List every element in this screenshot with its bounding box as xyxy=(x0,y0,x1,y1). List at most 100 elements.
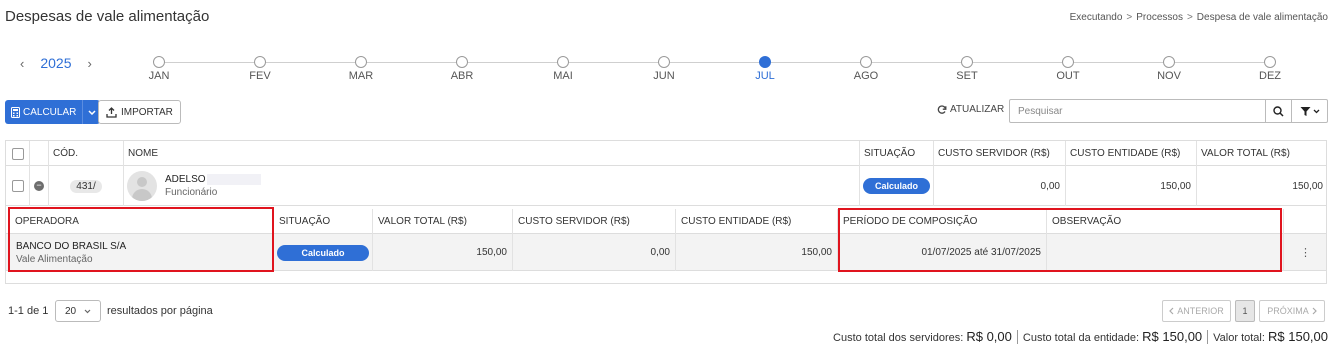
month-aug[interactable]: AGO xyxy=(846,56,886,82)
search-input[interactable] xyxy=(1009,99,1266,123)
month-dot xyxy=(1163,56,1175,68)
breadcrumb-item[interactable]: Executando xyxy=(1070,12,1123,23)
server-total-label: Custo total dos servidores: xyxy=(833,332,964,344)
detail-header-operator[interactable]: OPERADORA xyxy=(10,209,274,234)
status-badge: Calculado xyxy=(862,178,930,194)
detail-header-actions xyxy=(1284,209,1327,234)
per-page-value: 20 xyxy=(65,305,77,317)
detail-header: OPERADORA SITUAÇÃO VALOR TOTAL (R$) CUST… xyxy=(6,209,1326,234)
previous-year-icon[interactable]: ‹ xyxy=(20,56,24,71)
month-dot xyxy=(153,56,165,68)
detail-row[interactable]: BANCO DO BRASIL S/A Vale Alimentação Cal… xyxy=(6,234,1326,271)
row-checkbox[interactable] xyxy=(11,180,24,192)
totals-bar: Custo total dos servidores: R$ 0,00 Cust… xyxy=(828,329,1328,344)
detail-status-cell: Calculado xyxy=(274,234,373,271)
refresh-label: ATUALIZAR xyxy=(950,104,1005,115)
collapse-icon[interactable]: − xyxy=(34,181,44,191)
month-label: SET xyxy=(956,70,978,82)
month-dot xyxy=(860,56,872,68)
timeline-line xyxy=(159,62,1270,63)
detail-header-note[interactable]: OBSERVAÇÃO xyxy=(1047,209,1284,234)
filter-button[interactable] xyxy=(1291,99,1328,123)
redacted-name xyxy=(206,174,261,185)
year-label: 2025 xyxy=(40,55,72,71)
month-label: JAN xyxy=(148,70,170,82)
name-cell: ADELSO Funcionário xyxy=(124,166,860,206)
month-feb[interactable]: FEV xyxy=(240,56,280,82)
import-label: IMPORTAR xyxy=(121,106,173,118)
column-header-status[interactable]: SITUAÇÃO xyxy=(860,141,934,166)
previous-page-button[interactable]: ANTERIOR xyxy=(1162,300,1231,322)
page-title: Despesas de vale alimentação xyxy=(5,8,210,25)
month-jan[interactable]: JAN xyxy=(139,56,179,82)
detail-header-status[interactable]: SITUAÇÃO xyxy=(274,209,373,234)
chevron-down-icon xyxy=(1313,109,1319,113)
month-label: MAI xyxy=(553,70,573,82)
month-label: FEV xyxy=(249,70,271,82)
server-total-value: R$ 0,00 xyxy=(966,329,1012,344)
month-jul[interactable]: JUL xyxy=(745,56,785,82)
month-jun[interactable]: JUN xyxy=(644,56,684,82)
detail-entity-cost-cell: 150,00 xyxy=(676,234,838,271)
row-collapse-cell: − xyxy=(30,166,49,206)
detail-header-period[interactable]: PERÍODO DE COMPOSIÇÃO xyxy=(838,209,1047,234)
breadcrumb-item[interactable]: Processos xyxy=(1136,12,1183,23)
pagination-range: 1-1 de 1 xyxy=(8,305,49,317)
benefit-type: Vale Alimentação xyxy=(16,253,93,265)
calculate-button[interactable]: CALCULAR xyxy=(5,100,83,124)
next-page-button[interactable]: PRÓXIMA xyxy=(1259,300,1325,322)
table-header: CÓD. NOME SITUAÇÃO CUSTO SERVIDOR (R$) C… xyxy=(6,141,1326,166)
code-badge: 431/ xyxy=(70,179,102,193)
column-header-name[interactable]: NOME xyxy=(124,141,860,166)
column-header-server-cost[interactable]: CUSTO SERVIDOR (R$) xyxy=(934,141,1066,166)
column-header-entity-cost[interactable]: CUSTO ENTIDADE (R$) xyxy=(1066,141,1197,166)
select-all-checkbox[interactable] xyxy=(11,147,24,160)
month-dot-active xyxy=(759,56,771,68)
select-all-cell xyxy=(6,141,30,166)
more-options-icon[interactable]: ⋮ xyxy=(1300,246,1311,259)
code-cell: 431/ xyxy=(49,166,124,206)
month-dot xyxy=(961,56,973,68)
refresh-button[interactable]: ATUALIZAR xyxy=(937,104,1004,115)
entity-total-value: R$ 150,00 xyxy=(1142,329,1203,344)
detail-header-total[interactable]: VALOR TOTAL (R$) xyxy=(373,209,513,234)
month-sep[interactable]: SET xyxy=(947,56,987,82)
month-nov[interactable]: NOV xyxy=(1149,56,1189,82)
month-mar[interactable]: MAR xyxy=(341,56,381,82)
month-oct[interactable]: OUT xyxy=(1048,56,1088,82)
table-row[interactable]: − 431/ ADELSO Funcionário Calculado 0,00… xyxy=(6,166,1326,206)
detail-period-cell: 01/07/2025 até 31/07/2025 xyxy=(838,234,1047,271)
month-timeline: JAN FEV MAR ABR MAI JUN JUL AGO SET OUT … xyxy=(149,56,1281,86)
employee-role: Funcionário xyxy=(165,187,218,198)
status-badge: Calculado xyxy=(277,244,369,261)
grand-total-value: R$ 150,00 xyxy=(1268,329,1328,344)
entity-cost-cell: 150,00 xyxy=(1066,166,1197,206)
search-button[interactable] xyxy=(1265,99,1292,123)
search-icon xyxy=(1273,105,1284,117)
month-dot xyxy=(456,56,468,68)
per-page-label: resultados por página xyxy=(107,305,213,317)
month-apr[interactable]: ABR xyxy=(442,56,482,82)
import-button[interactable]: IMPORTAR xyxy=(98,100,181,124)
breadcrumb: Executando > Processos > Despesa de vale… xyxy=(1070,12,1328,23)
expand-header xyxy=(30,141,49,166)
month-label: OUT xyxy=(1056,70,1080,82)
detail-header-entity-cost[interactable]: CUSTO ENTIDADE (R$) xyxy=(676,209,838,234)
month-dot xyxy=(1062,56,1074,68)
month-dot xyxy=(355,56,367,68)
column-header-code[interactable]: CÓD. xyxy=(49,141,124,166)
grand-total-label: Valor total: xyxy=(1213,332,1265,344)
breadcrumb-item-current: Despesa de vale alimentação xyxy=(1196,12,1328,23)
month-dec[interactable]: DEZ xyxy=(1250,56,1290,82)
row-select-cell xyxy=(6,166,30,206)
calculate-button-group: CALCULAR xyxy=(5,100,101,124)
month-dot xyxy=(1264,56,1276,68)
per-page-select[interactable]: 20 xyxy=(55,300,101,322)
page-number-button[interactable]: 1 xyxy=(1235,300,1255,322)
column-header-total[interactable]: VALOR TOTAL (R$) xyxy=(1197,141,1327,166)
month-may[interactable]: MAI xyxy=(543,56,583,82)
calculator-icon xyxy=(11,106,20,118)
grand-total: Valor total: R$ 150,00 xyxy=(1208,329,1328,344)
detail-header-server-cost[interactable]: CUSTO SERVIDOR (R$) xyxy=(513,209,676,234)
next-year-icon[interactable]: › xyxy=(88,56,92,71)
